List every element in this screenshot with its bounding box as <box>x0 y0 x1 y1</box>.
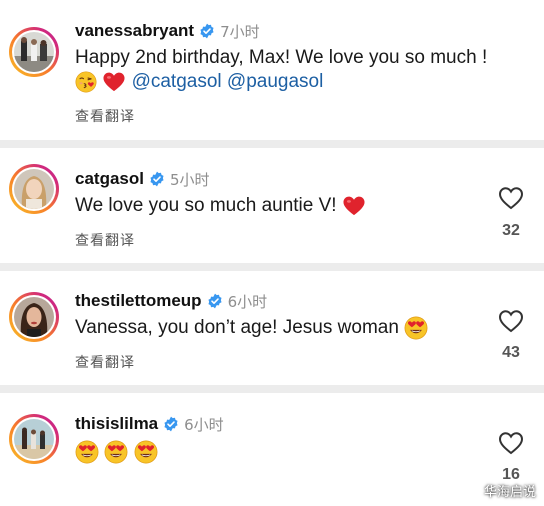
avatar-photo <box>14 419 54 459</box>
username[interactable]: thestilettomeup <box>75 291 202 311</box>
like-heart-icon[interactable] <box>498 309 524 333</box>
comment-divider <box>0 385 544 393</box>
timestamp: 6小时 <box>184 415 224 434</box>
avatar[interactable] <box>9 164 59 214</box>
like-heart-icon[interactable] <box>498 431 524 455</box>
comment-text-line: Vanessa, you don’t age! Jesus woman <box>75 314 428 342</box>
like-heart-icon[interactable] <box>498 186 524 210</box>
username[interactable]: catgasol <box>75 169 144 189</box>
comment-header: vanessabryant 7小时 <box>75 20 260 42</box>
see-translation-link[interactable]: 查看翻译 <box>75 106 135 126</box>
mention-link[interactable]: @catgasol <box>132 71 222 92</box>
see-translation-link[interactable]: 查看翻译 <box>75 230 135 250</box>
timestamp: 5小时 <box>169 170 210 189</box>
mention-link[interactable]: @paugasol <box>227 71 323 92</box>
heart-eyes-emoji <box>404 316 428 340</box>
heart-eyes-emoji <box>104 440 128 464</box>
kissing-heart-emoji <box>75 71 97 93</box>
avatar[interactable] <box>9 27 59 77</box>
red-heart-emoji <box>342 195 366 217</box>
avatar[interactable] <box>9 414 59 464</box>
verified-badge-icon <box>199 23 215 39</box>
comment-text-line: We love you so much auntie V! <box>75 192 366 220</box>
heart-eyes-emoji <box>134 440 158 464</box>
verified-badge-icon <box>163 416 179 432</box>
comment-divider <box>0 263 544 271</box>
see-translation-link[interactable]: 查看翻译 <box>75 352 135 372</box>
heart-eyes-emoji <box>75 440 99 464</box>
avatar[interactable] <box>9 292 59 342</box>
avatar-photo <box>14 32 54 72</box>
username[interactable]: thisislilma <box>75 414 158 434</box>
comment-divider <box>0 140 544 148</box>
like-count: 43 <box>502 344 520 361</box>
verified-badge-icon <box>207 293 223 309</box>
watermark: 华海启说 <box>483 485 536 500</box>
avatar-photo <box>14 297 54 337</box>
comment-text: Vanessa, you don’t age! Jesus woman <box>75 317 399 338</box>
timestamp: 7小时 <box>220 22 260 41</box>
comment-header: catgasol 5小时 <box>75 168 210 190</box>
comment-text-line2: @catgasol @paugasol <box>75 68 323 96</box>
verified-badge-icon <box>149 171 165 187</box>
timestamp: 6小时 <box>227 292 268 311</box>
avatar-photo <box>14 169 54 209</box>
red-heart-emoji <box>102 71 126 93</box>
comment-header: thisislilma 6小时 <box>75 413 224 435</box>
comment-text-line <box>75 438 158 466</box>
comment-header: thestilettomeup 6小时 <box>75 290 267 312</box>
username[interactable]: vanessabryant <box>75 21 194 41</box>
like-count: 32 <box>502 222 520 239</box>
comment-text: We love you so much auntie V! <box>75 195 337 216</box>
